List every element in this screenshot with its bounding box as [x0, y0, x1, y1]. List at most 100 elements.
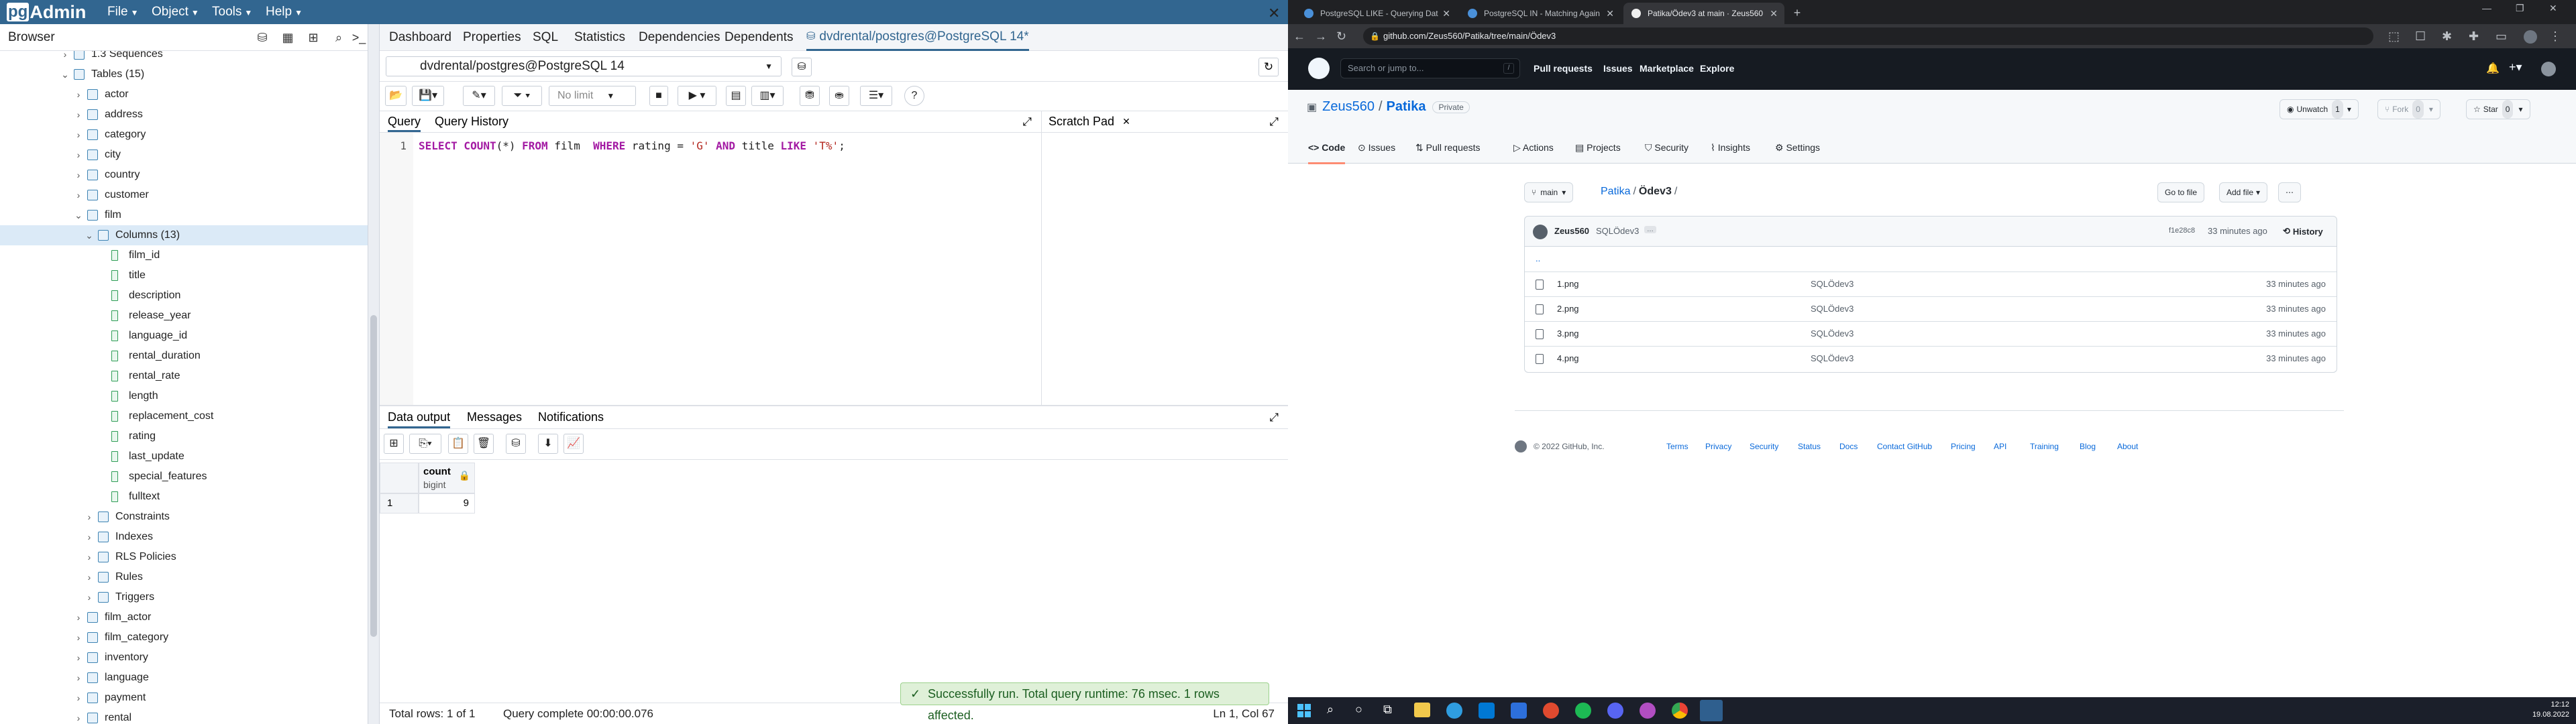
minimize-icon[interactable]: —: [2482, 3, 2491, 13]
nav-marketplace[interactable]: Marketplace: [1640, 60, 1694, 76]
open-file-icon[interactable]: 📂: [385, 86, 407, 106]
tab-insights[interactable]: ⌇ Insights: [1711, 139, 1750, 156]
tab-messages[interactable]: Messages: [467, 406, 522, 428]
tab-data-output[interactable]: Data output: [388, 406, 451, 428]
mail-icon[interactable]: [1511, 703, 1527, 719]
go-to-file-button[interactable]: Go to file: [2157, 182, 2205, 202]
tree-node[interactable]: title: [0, 265, 368, 286]
file-commit[interactable]: SQLÖdev3: [1811, 353, 1854, 363]
chevron-right-icon[interactable]: ›: [74, 688, 83, 708]
chevron-right-icon[interactable]: ›: [74, 84, 83, 105]
commit-author[interactable]: Zeus560: [1554, 226, 1589, 236]
menu-file[interactable]: File ▼: [107, 0, 139, 24]
maximize-icon[interactable]: ❐: [2516, 3, 2524, 14]
graph-icon[interactable]: 📈: [564, 434, 584, 454]
store-icon[interactable]: [1479, 703, 1495, 719]
tab-dependents[interactable]: Dependents: [724, 24, 793, 51]
branch-select[interactable]: ⑂ main ▾: [1524, 182, 1574, 202]
spotify-icon[interactable]: [1575, 703, 1591, 719]
terminal-icon[interactable]: >_: [352, 30, 366, 45]
clock[interactable]: 12:12 19.08.2022: [2522, 700, 2569, 720]
reload-icon[interactable]: ↻: [1336, 29, 1346, 43]
tab-projects[interactable]: ▤ Projects: [1575, 139, 1621, 156]
tree-node[interactable]: rating: [0, 426, 368, 446]
table-view-icon[interactable]: ▦: [280, 30, 295, 45]
close-icon[interactable]: ✕: [1122, 116, 1130, 127]
file-explorer-icon[interactable]: [1414, 703, 1430, 717]
star-button[interactable]: ☆ Star 0 ▾: [2466, 99, 2530, 119]
tab-dashboard[interactable]: Dashboard: [389, 24, 451, 51]
tree-node[interactable]: ⌄ film: [0, 205, 368, 225]
chevron-right-icon[interactable]: ›: [74, 105, 83, 125]
file-name[interactable]: 2.png: [1557, 304, 1579, 314]
tab-sql[interactable]: SQL: [533, 24, 558, 51]
sql-filter-icon[interactable]: ⊞: [306, 30, 321, 45]
address-bar[interactable]: 🔒 github.com/Zeus560/Patika/tree/main/Öd…: [1363, 27, 2373, 45]
save-data-icon[interactable]: ⛁: [506, 434, 526, 454]
new-tab-icon[interactable]: +: [1790, 5, 1805, 20]
tree-node[interactable]: › 1.3 Sequences: [0, 51, 368, 64]
sql-code[interactable]: SELECT COUNT(*) FROM film WHERE rating =…: [419, 139, 845, 152]
tree-node[interactable]: replacement_cost: [0, 406, 368, 426]
file-row[interactable]: 4.png SQLÖdev3 33 minutes ago: [1525, 346, 2337, 371]
close-icon[interactable]: ✕: [1268, 0, 1280, 27]
tab-pull-requests[interactable]: ⇅ Pull requests: [1415, 139, 1481, 156]
tree-node[interactable]: › Indexes: [0, 527, 368, 547]
copy-icon[interactable]: ⎘▾: [409, 434, 441, 454]
commit-hash[interactable]: f1e28c8: [2169, 227, 2195, 235]
tree-node[interactable]: › film_actor: [0, 607, 368, 627]
tree-node[interactable]: › rental: [0, 708, 368, 724]
file-row[interactable]: 2.png SQLÖdev3 33 minutes ago: [1525, 296, 2337, 321]
execute-button[interactable]: ▶ ▾: [678, 86, 716, 106]
footer-link-status[interactable]: Status: [1798, 442, 1821, 451]
task-view-icon[interactable]: ⧉: [1383, 703, 1392, 717]
fork-button[interactable]: ⑂ Fork 0 ▾: [2377, 99, 2440, 119]
repo-owner-link[interactable]: Zeus560: [1322, 99, 1375, 115]
tab-query-history[interactable]: Query History: [435, 111, 508, 132]
add-file-button[interactable]: Add file ▾: [2219, 182, 2268, 202]
chevron-right-icon[interactable]: ›: [74, 165, 83, 185]
chevron-right-icon[interactable]: ›: [74, 648, 83, 668]
delete-icon[interactable]: 🗑: [474, 434, 494, 454]
scratch-pad-body[interactable]: [1041, 133, 1288, 405]
file-commit[interactable]: SQLÖdev3: [1811, 279, 1854, 289]
footer-link-terms[interactable]: Terms: [1666, 442, 1688, 451]
tree-node[interactable]: › actor: [0, 84, 368, 105]
tab-issues[interactable]: ⊙ Issues: [1358, 139, 1395, 156]
file-commit[interactable]: SQLÖdev3: [1811, 304, 1854, 314]
refresh-icon[interactable]: ↻: [1258, 58, 1279, 76]
tree-node[interactable]: ⌄ Tables (15): [0, 64, 368, 84]
explain-icon[interactable]: ▤: [726, 86, 746, 106]
user-avatar[interactable]: [2541, 62, 2556, 76]
tab-dependencies[interactable]: Dependencies: [639, 24, 720, 51]
paste-icon[interactable]: 📋: [448, 434, 468, 454]
extension-icon[interactable]: ✱: [2442, 29, 2452, 43]
footer-link-pricing[interactable]: Pricing: [1951, 442, 1976, 451]
footer-link-blog[interactable]: Blog: [2080, 442, 2096, 451]
tree-node[interactable]: rental_duration: [0, 346, 368, 366]
chevron-right-icon[interactable]: ›: [85, 547, 94, 567]
forward-icon[interactable]: →: [1315, 29, 1327, 43]
search-icon[interactable]: ⌕: [331, 30, 346, 45]
more-options-icon[interactable]: ⋯: [2278, 182, 2301, 202]
tree-node[interactable]: description: [0, 286, 368, 306]
sql-editor[interactable]: [380, 133, 1041, 405]
tree-node[interactable]: fulltext: [0, 487, 368, 507]
macros-icon[interactable]: ☰▾: [860, 86, 892, 106]
chevron-right-icon[interactable]: ›: [74, 607, 83, 627]
footer-link-docs[interactable]: Docs: [1839, 442, 1858, 451]
tree-node[interactable]: › city: [0, 145, 368, 165]
tree-node[interactable]: › inventory: [0, 648, 368, 668]
tab-properties[interactable]: Properties: [463, 24, 521, 51]
chevron-down-icon[interactable]: ⌄: [85, 225, 94, 245]
save-data-icon[interactable]: ⛁: [792, 58, 812, 76]
cortana-icon[interactable]: ○: [1355, 703, 1362, 717]
close-icon[interactable]: ✕: [1442, 3, 1450, 24]
extension-icon[interactable]: ☐: [2415, 29, 2426, 43]
tree-node[interactable]: length: [0, 386, 368, 406]
tab-actions[interactable]: ▷ Actions: [1513, 139, 1554, 156]
commit-icon[interactable]: ⛃: [800, 86, 820, 106]
edit-icon[interactable]: ✎▾: [463, 86, 495, 106]
browser-tab-active[interactable]: Patika/Ödev3 at main · Zeus560 ✕: [1623, 3, 1784, 24]
close-icon[interactable]: ✕: [1770, 3, 1778, 24]
